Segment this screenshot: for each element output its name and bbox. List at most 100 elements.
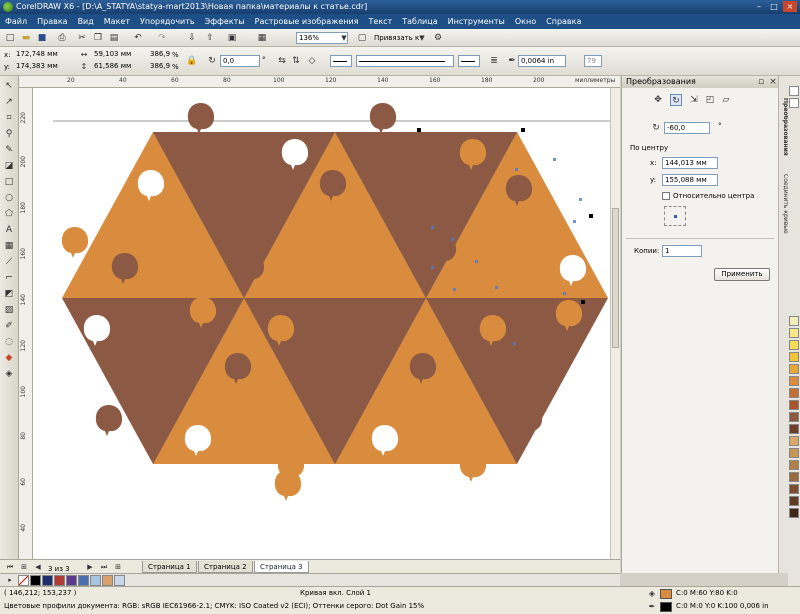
copy-icon[interactable]: ❐ (92, 32, 104, 44)
drawing-canvas[interactable] (33, 88, 610, 559)
docker-menu-icon[interactable]: ▫ (755, 76, 767, 88)
swatch-19[interactable] (789, 508, 799, 518)
swatch-white[interactable] (789, 86, 799, 96)
close-window-button[interactable]: × (783, 1, 797, 12)
menu-bitmaps[interactable]: Растровые изображения (250, 14, 364, 29)
swatch-3[interactable] (789, 316, 799, 326)
position-transform-icon[interactable]: ✥ (652, 94, 664, 106)
anchor-grid[interactable] (664, 206, 686, 226)
height-field[interactable]: 61,586 мм (92, 61, 144, 73)
text-tool-icon[interactable]: A (3, 224, 15, 236)
cut-icon[interactable]: ✂ (76, 32, 88, 44)
horizontal-ruler[interactable]: 20 40 60 80 100 120 140 160 180 200 милл… (19, 76, 620, 88)
options-icon[interactable]: ⚙ (432, 32, 444, 44)
width-field[interactable]: 59,103 мм (92, 49, 144, 61)
freehand-tool-icon[interactable]: ✎ (3, 144, 15, 156)
menu-arrange[interactable]: Упорядочить (135, 14, 200, 29)
first-page-icon[interactable]: ⏮ (4, 561, 16, 573)
mirror-horizontal-icon[interactable]: ⇆ (276, 55, 288, 67)
maximize-button[interactable]: □ (767, 1, 781, 12)
print-icon[interactable]: ⎙ (56, 32, 68, 44)
start-arrow-select[interactable] (330, 55, 352, 67)
new-document-icon[interactable]: □ (4, 32, 16, 44)
import-icon[interactable]: ⇩ (186, 32, 198, 44)
hswatch-navy[interactable] (42, 575, 53, 586)
menu-help[interactable]: Справка (541, 14, 586, 29)
lock-ratio-icon[interactable]: 🔒 (186, 55, 198, 67)
pick-tool-icon[interactable]: ↖ (3, 80, 15, 92)
rotation-angle-field[interactable]: 0,0 (220, 55, 260, 67)
ellipse-tool-icon[interactable]: ○ (3, 192, 15, 204)
outline-number-field[interactable]: 79 (584, 55, 602, 67)
hswatch-black[interactable] (30, 575, 41, 586)
rotation-angle-input[interactable]: -60,0 (664, 122, 710, 134)
crop-tool-icon[interactable]: ⌗ (3, 112, 15, 124)
hswatch-blue[interactable] (78, 575, 89, 586)
blend-tool-icon[interactable]: ◩ (3, 288, 15, 300)
swatch-4[interactable] (789, 328, 799, 338)
prev-page-icon[interactable]: ◀ (32, 561, 44, 573)
menu-view[interactable]: Вид (73, 14, 99, 29)
swatch-9[interactable] (789, 388, 799, 398)
add-page-before-icon[interactable]: ⊞ (18, 561, 30, 573)
skew-transform-icon[interactable]: ▱ (720, 94, 732, 106)
dimension-tool-icon[interactable]: ⟋ (3, 256, 15, 268)
shape-tool-icon[interactable]: ↗ (3, 96, 15, 108)
outline-tool-icon[interactable]: ◌ (3, 336, 15, 348)
mirror-vertical-icon[interactable]: ⇅ (290, 55, 302, 67)
swatch-15[interactable] (789, 460, 799, 470)
export-icon[interactable]: ⇧ (204, 32, 216, 44)
interactive-fill-icon[interactable]: ◈ (3, 368, 15, 380)
menu-layout[interactable]: Макет (99, 14, 135, 29)
no-fill-swatch[interactable] (18, 575, 29, 586)
triangle-leaf-artwork[interactable] (33, 88, 610, 559)
swatch-12[interactable] (789, 424, 799, 434)
y-position-field[interactable]: 174,383 мм (14, 61, 70, 73)
menu-text[interactable]: Текст (364, 14, 398, 29)
swatch-18[interactable] (789, 496, 799, 506)
snap-chevron-down-icon[interactable]: ▼ (416, 32, 428, 44)
transparency-tool-icon[interactable]: ▨ (3, 304, 15, 316)
swatch-16[interactable] (789, 472, 799, 482)
rectangle-tool-icon[interactable]: □ (3, 176, 15, 188)
vertical-ruler[interactable]: 220 200 180 160 140 120 100 80 60 40 (19, 88, 33, 559)
full-screen-icon[interactable]: ▢ (356, 32, 368, 44)
center-y-input[interactable]: 155,088 мм (662, 174, 718, 186)
swatch-13[interactable] (789, 436, 799, 446)
snap-to-label[interactable]: Привязать к (374, 34, 419, 42)
menu-tools[interactable]: Инструменты (443, 14, 510, 29)
hswatch-purple[interactable] (66, 575, 77, 586)
outline-color-swatch[interactable] (660, 602, 672, 612)
menu-window[interactable]: Окно (510, 14, 541, 29)
page-tab-3[interactable]: Страница 3 (254, 561, 309, 573)
minimize-button[interactable]: – (752, 1, 766, 12)
center-x-input[interactable]: 144,013 мм (662, 157, 718, 169)
paste-icon[interactable]: ▤ (108, 32, 120, 44)
fill-tool-icon[interactable]: ◆ (3, 352, 15, 364)
scale-y-field[interactable]: 386,9 (148, 61, 170, 73)
apply-button[interactable]: Применить (714, 268, 770, 281)
menu-file[interactable]: Файл (0, 14, 32, 29)
color-profiles-info[interactable]: Цветовые профили документа: RGB: sRGB IE… (4, 602, 424, 610)
redo-icon[interactable]: ↷ (156, 32, 168, 44)
zoom-chevron-down-icon[interactable]: ▼ (338, 32, 350, 44)
welcome-screen-icon[interactable]: ▦ (256, 32, 268, 44)
hswatch-tan[interactable] (102, 575, 113, 586)
polygon-tool-icon[interactable]: ⬠ (3, 208, 15, 220)
palette-arrow-icon[interactable]: ▸ (4, 574, 16, 586)
open-folder-icon[interactable]: ▬ (20, 32, 32, 44)
scroll-thumb[interactable] (612, 208, 619, 348)
wrap-text-icon[interactable]: ≣ (488, 55, 500, 67)
undo-icon[interactable]: ↶ (132, 32, 144, 44)
next-page-icon[interactable]: ▶ (84, 561, 96, 573)
size-transform-icon[interactable]: ◰ (704, 94, 716, 106)
eyedropper-tool-icon[interactable]: ✐ (3, 320, 15, 332)
menu-table[interactable]: Таблица (397, 14, 442, 29)
swatch-7[interactable] (789, 364, 799, 374)
connector-tool-icon[interactable]: ⌐ (3, 272, 15, 284)
last-page-icon[interactable]: ⏭ (98, 561, 110, 573)
zoom-tool-icon[interactable]: ⚲ (3, 128, 15, 140)
rotate-transform-icon[interactable]: ↻ (670, 94, 682, 106)
outline-width-field[interactable]: 0,0064 in (518, 55, 566, 67)
page-tab-1[interactable]: Страница 1 (142, 561, 197, 573)
